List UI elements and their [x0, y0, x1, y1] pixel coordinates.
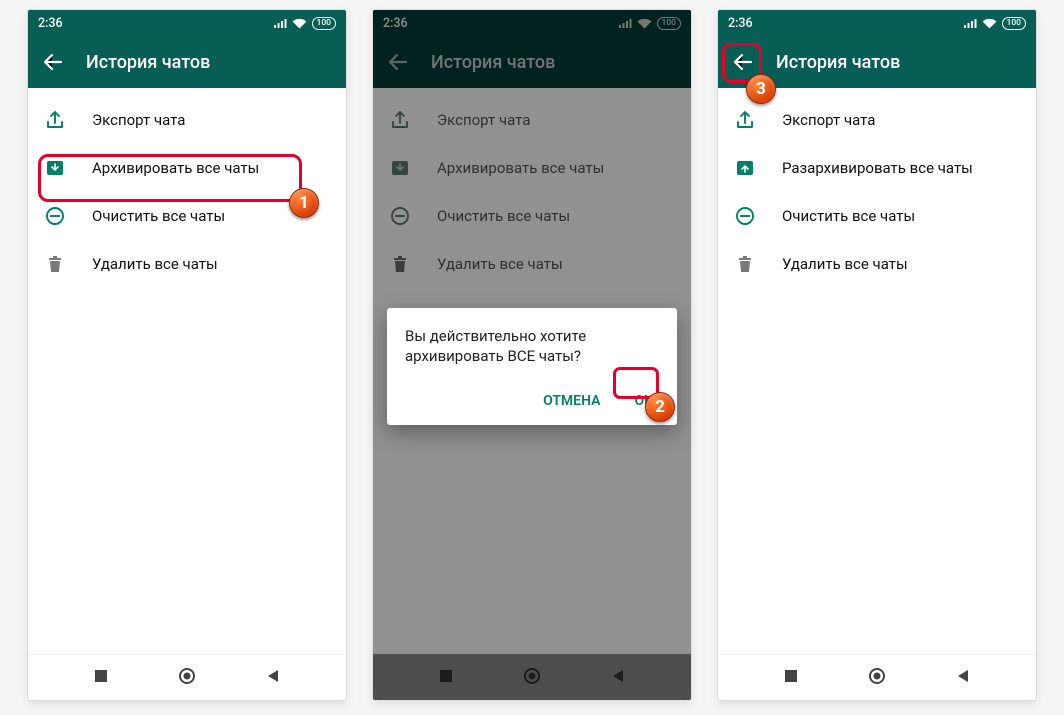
dialog-ok-button[interactable]: OK: [628, 387, 659, 415]
row-clear-all[interactable]: Очистить все чаты: [718, 192, 1036, 240]
phone-screen-3: 2:36 100 История чатов Экспорт чата Раза…: [718, 10, 1036, 700]
nav-recents-icon[interactable]: [784, 669, 798, 683]
app-bar: История чатов: [28, 36, 346, 88]
wifi-icon: [982, 18, 997, 29]
row-export-chat[interactable]: Экспорт чата: [28, 96, 346, 144]
row-delete-all[interactable]: Удалить все чаты: [718, 240, 1036, 288]
nav-home-icon[interactable]: [868, 667, 886, 685]
row-export-chat[interactable]: Экспорт чата: [718, 96, 1036, 144]
dialog-actions: ОТМЕНА OK: [405, 387, 659, 415]
row-label: Разархивировать все чаты: [782, 159, 973, 177]
nav-recents-icon[interactable]: [94, 669, 108, 683]
page-title: История чатов: [86, 52, 210, 73]
nav-home-icon[interactable]: [178, 667, 196, 685]
phone-screen-1: 2:36 100 История чатов Экспорт чата Архи…: [28, 10, 346, 700]
nav-back-icon[interactable]: [956, 669, 970, 683]
battery-indicator: 100: [1002, 17, 1027, 30]
row-label: Очистить все чаты: [782, 207, 915, 225]
page-title: История чатов: [776, 52, 900, 73]
export-icon: [734, 109, 756, 131]
android-navbar: [28, 654, 346, 700]
status-indicators: 100: [273, 17, 337, 30]
phone-screen-2: 2:36 100 История чатов Экспорт чата Архи…: [373, 10, 691, 700]
row-label: Очистить все чаты: [92, 207, 225, 225]
delete-icon: [44, 253, 66, 275]
battery-indicator: 100: [312, 17, 337, 30]
signal-icon: [273, 18, 287, 29]
signal-icon: [963, 18, 977, 29]
export-icon: [44, 109, 66, 131]
status-bar: 2:36 100: [28, 10, 346, 36]
clear-icon: [44, 205, 66, 227]
unarchive-icon: [734, 157, 756, 179]
app-bar: История чатов: [718, 36, 1036, 88]
row-label: Удалить все чаты: [92, 255, 218, 273]
status-bar: 2:36 100: [718, 10, 1036, 36]
row-clear-all[interactable]: Очистить все чаты: [28, 192, 346, 240]
archive-icon: [44, 157, 66, 179]
back-icon[interactable]: [732, 51, 754, 73]
delete-icon: [734, 253, 756, 275]
status-time: 2:36: [38, 16, 63, 31]
row-unarchive-all[interactable]: Разархивировать все чаты: [718, 144, 1036, 192]
wifi-icon: [292, 18, 307, 29]
row-label: Удалить все чаты: [782, 255, 908, 273]
status-indicators: 100: [963, 17, 1027, 30]
row-delete-all[interactable]: Удалить все чаты: [28, 240, 346, 288]
dialog-cancel-button[interactable]: ОТМЕНА: [537, 387, 606, 415]
settings-list: Экспорт чата Архивировать все чаты Очист…: [28, 88, 346, 654]
row-label: Экспорт чата: [92, 111, 185, 129]
row-label: Архивировать все чаты: [92, 159, 259, 177]
row-label: Экспорт чата: [782, 111, 875, 129]
dialog-message: Вы действительно хотите архивировать ВСЕ…: [405, 326, 659, 367]
android-navbar: [718, 654, 1036, 700]
status-time: 2:36: [728, 16, 753, 31]
nav-back-icon[interactable]: [266, 669, 280, 683]
clear-icon: [734, 205, 756, 227]
settings-list: Экспорт чата Разархивировать все чаты Оч…: [718, 88, 1036, 654]
row-archive-all[interactable]: Архивировать все чаты: [28, 144, 346, 192]
back-icon[interactable]: [42, 51, 64, 73]
confirm-dialog: Вы действительно хотите архивировать ВСЕ…: [387, 308, 677, 425]
